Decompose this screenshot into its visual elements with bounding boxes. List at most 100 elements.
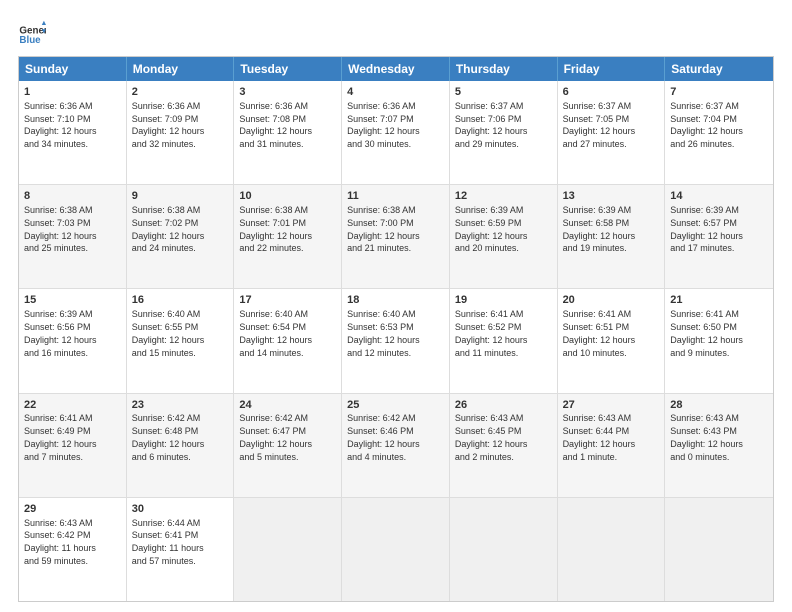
day-number: 13 xyxy=(563,189,660,204)
day-cell-11: 11Sunrise: 6:38 AM Sunset: 7:00 PM Dayli… xyxy=(342,185,450,288)
day-cell-24: 24Sunrise: 6:42 AM Sunset: 6:47 PM Dayli… xyxy=(234,394,342,497)
svg-text:Blue: Blue xyxy=(19,35,41,46)
day-number: 6 xyxy=(563,85,660,100)
day-number: 14 xyxy=(670,189,768,204)
day-cell-19: 19Sunrise: 6:41 AM Sunset: 6:52 PM Dayli… xyxy=(450,289,558,392)
day-cell-22: 22Sunrise: 6:41 AM Sunset: 6:49 PM Dayli… xyxy=(19,394,127,497)
calendar-row-3: 15Sunrise: 6:39 AM Sunset: 6:56 PM Dayli… xyxy=(19,289,773,393)
empty-cell-4-4 xyxy=(450,498,558,601)
empty-cell-4-6 xyxy=(665,498,773,601)
day-info: Sunrise: 6:36 AM Sunset: 7:08 PM Dayligh… xyxy=(239,101,312,149)
day-number: 8 xyxy=(24,189,121,204)
day-number: 18 xyxy=(347,293,444,308)
calendar-row-1: 1Sunrise: 6:36 AM Sunset: 7:10 PM Daylig… xyxy=(19,81,773,185)
day-number: 7 xyxy=(670,85,768,100)
day-cell-14: 14Sunrise: 6:39 AM Sunset: 6:57 PM Dayli… xyxy=(665,185,773,288)
day-info: Sunrise: 6:40 AM Sunset: 6:55 PM Dayligh… xyxy=(132,309,205,357)
day-cell-27: 27Sunrise: 6:43 AM Sunset: 6:44 PM Dayli… xyxy=(558,394,666,497)
day-number: 25 xyxy=(347,398,444,413)
day-cell-16: 16Sunrise: 6:40 AM Sunset: 6:55 PM Dayli… xyxy=(127,289,235,392)
day-number: 26 xyxy=(455,398,552,413)
day-number: 30 xyxy=(132,502,229,517)
day-info: Sunrise: 6:43 AM Sunset: 6:44 PM Dayligh… xyxy=(563,413,636,461)
day-number: 4 xyxy=(347,85,444,100)
day-info: Sunrise: 6:38 AM Sunset: 7:03 PM Dayligh… xyxy=(24,205,97,253)
day-cell-8: 8Sunrise: 6:38 AM Sunset: 7:03 PM Daylig… xyxy=(19,185,127,288)
day-cell-4: 4Sunrise: 6:36 AM Sunset: 7:07 PM Daylig… xyxy=(342,81,450,184)
day-cell-5: 5Sunrise: 6:37 AM Sunset: 7:06 PM Daylig… xyxy=(450,81,558,184)
day-number: 23 xyxy=(132,398,229,413)
day-cell-1: 1Sunrise: 6:36 AM Sunset: 7:10 PM Daylig… xyxy=(19,81,127,184)
day-cell-25: 25Sunrise: 6:42 AM Sunset: 6:46 PM Dayli… xyxy=(342,394,450,497)
day-cell-18: 18Sunrise: 6:40 AM Sunset: 6:53 PM Dayli… xyxy=(342,289,450,392)
day-cell-30: 30Sunrise: 6:44 AM Sunset: 6:41 PM Dayli… xyxy=(127,498,235,601)
day-info: Sunrise: 6:36 AM Sunset: 7:10 PM Dayligh… xyxy=(24,101,97,149)
day-number: 16 xyxy=(132,293,229,308)
day-number: 5 xyxy=(455,85,552,100)
calendar-row-5: 29Sunrise: 6:43 AM Sunset: 6:42 PM Dayli… xyxy=(19,498,773,601)
day-info: Sunrise: 6:41 AM Sunset: 6:52 PM Dayligh… xyxy=(455,309,528,357)
logo: General Blue xyxy=(18,18,50,46)
day-cell-13: 13Sunrise: 6:39 AM Sunset: 6:58 PM Dayli… xyxy=(558,185,666,288)
day-info: Sunrise: 6:38 AM Sunset: 7:02 PM Dayligh… xyxy=(132,205,205,253)
calendar-row-4: 22Sunrise: 6:41 AM Sunset: 6:49 PM Dayli… xyxy=(19,394,773,498)
day-info: Sunrise: 6:43 AM Sunset: 6:43 PM Dayligh… xyxy=(670,413,743,461)
day-cell-15: 15Sunrise: 6:39 AM Sunset: 6:56 PM Dayli… xyxy=(19,289,127,392)
weekday-header-tuesday: Tuesday xyxy=(234,57,342,81)
day-number: 2 xyxy=(132,85,229,100)
day-info: Sunrise: 6:39 AM Sunset: 6:56 PM Dayligh… xyxy=(24,309,97,357)
day-number: 22 xyxy=(24,398,121,413)
day-number: 15 xyxy=(24,293,121,308)
page: General Blue SundayMondayTuesdayWednesda… xyxy=(0,0,792,612)
day-cell-6: 6Sunrise: 6:37 AM Sunset: 7:05 PM Daylig… xyxy=(558,81,666,184)
day-info: Sunrise: 6:42 AM Sunset: 6:46 PM Dayligh… xyxy=(347,413,420,461)
logo-icon: General Blue xyxy=(18,18,46,46)
empty-cell-4-2 xyxy=(234,498,342,601)
day-info: Sunrise: 6:44 AM Sunset: 6:41 PM Dayligh… xyxy=(132,518,204,566)
day-cell-10: 10Sunrise: 6:38 AM Sunset: 7:01 PM Dayli… xyxy=(234,185,342,288)
day-info: Sunrise: 6:38 AM Sunset: 7:00 PM Dayligh… xyxy=(347,205,420,253)
day-number: 12 xyxy=(455,189,552,204)
calendar-row-2: 8Sunrise: 6:38 AM Sunset: 7:03 PM Daylig… xyxy=(19,185,773,289)
header: General Blue xyxy=(18,18,774,46)
day-info: Sunrise: 6:38 AM Sunset: 7:01 PM Dayligh… xyxy=(239,205,312,253)
weekday-header-wednesday: Wednesday xyxy=(342,57,450,81)
weekday-header-friday: Friday xyxy=(558,57,666,81)
day-number: 3 xyxy=(239,85,336,100)
weekday-header-sunday: Sunday xyxy=(19,57,127,81)
day-number: 1 xyxy=(24,85,121,100)
empty-cell-4-3 xyxy=(342,498,450,601)
day-info: Sunrise: 6:41 AM Sunset: 6:50 PM Dayligh… xyxy=(670,309,743,357)
day-info: Sunrise: 6:43 AM Sunset: 6:42 PM Dayligh… xyxy=(24,518,96,566)
day-info: Sunrise: 6:39 AM Sunset: 6:59 PM Dayligh… xyxy=(455,205,528,253)
day-cell-3: 3Sunrise: 6:36 AM Sunset: 7:08 PM Daylig… xyxy=(234,81,342,184)
day-number: 20 xyxy=(563,293,660,308)
calendar: SundayMondayTuesdayWednesdayThursdayFrid… xyxy=(18,56,774,602)
day-info: Sunrise: 6:36 AM Sunset: 7:07 PM Dayligh… xyxy=(347,101,420,149)
day-number: 10 xyxy=(239,189,336,204)
weekday-header-thursday: Thursday xyxy=(450,57,558,81)
day-cell-9: 9Sunrise: 6:38 AM Sunset: 7:02 PM Daylig… xyxy=(127,185,235,288)
day-info: Sunrise: 6:36 AM Sunset: 7:09 PM Dayligh… xyxy=(132,101,205,149)
day-info: Sunrise: 6:40 AM Sunset: 6:53 PM Dayligh… xyxy=(347,309,420,357)
day-number: 11 xyxy=(347,189,444,204)
day-number: 29 xyxy=(24,502,121,517)
day-info: Sunrise: 6:42 AM Sunset: 6:47 PM Dayligh… xyxy=(239,413,312,461)
day-info: Sunrise: 6:37 AM Sunset: 7:06 PM Dayligh… xyxy=(455,101,528,149)
day-cell-7: 7Sunrise: 6:37 AM Sunset: 7:04 PM Daylig… xyxy=(665,81,773,184)
day-cell-20: 20Sunrise: 6:41 AM Sunset: 6:51 PM Dayli… xyxy=(558,289,666,392)
day-number: 9 xyxy=(132,189,229,204)
weekday-header-monday: Monday xyxy=(127,57,235,81)
calendar-body: 1Sunrise: 6:36 AM Sunset: 7:10 PM Daylig… xyxy=(19,81,773,601)
day-cell-23: 23Sunrise: 6:42 AM Sunset: 6:48 PM Dayli… xyxy=(127,394,235,497)
day-number: 21 xyxy=(670,293,768,308)
day-number: 27 xyxy=(563,398,660,413)
empty-cell-4-5 xyxy=(558,498,666,601)
day-cell-12: 12Sunrise: 6:39 AM Sunset: 6:59 PM Dayli… xyxy=(450,185,558,288)
day-info: Sunrise: 6:37 AM Sunset: 7:05 PM Dayligh… xyxy=(563,101,636,149)
day-info: Sunrise: 6:40 AM Sunset: 6:54 PM Dayligh… xyxy=(239,309,312,357)
day-info: Sunrise: 6:37 AM Sunset: 7:04 PM Dayligh… xyxy=(670,101,743,149)
calendar-header: SundayMondayTuesdayWednesdayThursdayFrid… xyxy=(19,57,773,81)
day-info: Sunrise: 6:42 AM Sunset: 6:48 PM Dayligh… xyxy=(132,413,205,461)
day-number: 19 xyxy=(455,293,552,308)
